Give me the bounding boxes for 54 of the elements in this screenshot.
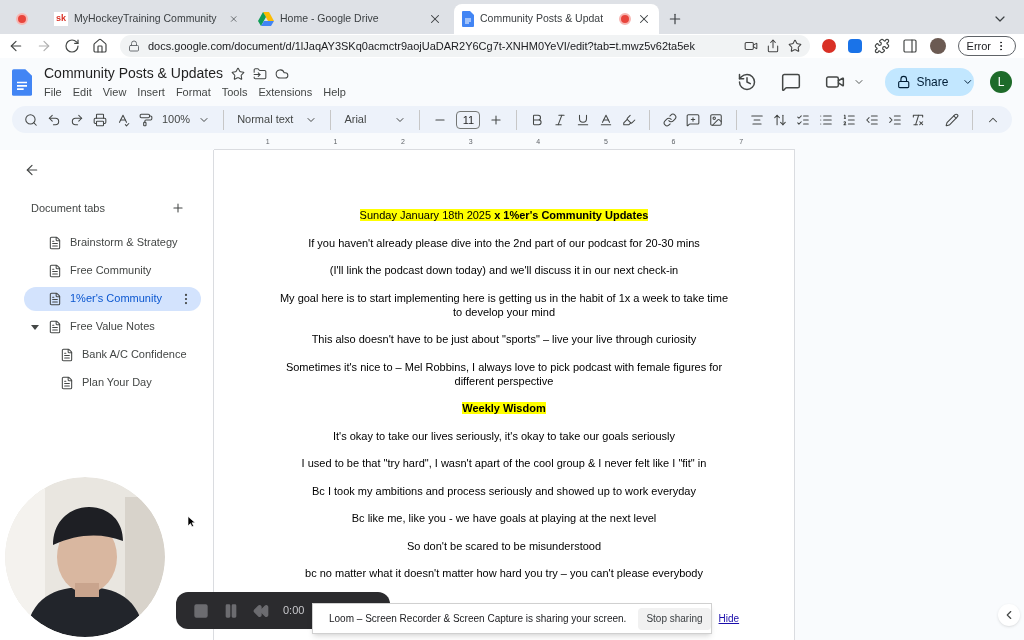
menu-item[interactable]: Insert [137,84,165,101]
tab-title: Home - Google Drive [280,11,379,27]
url-text: docs.google.com/document/d/1lJaqAY3SKq0acmctr9aojUaDAR2Y6Cg7t-XNHM0YeVI/edit?tab=t.mwz5v62ta5ek [148,38,696,54]
menu-item[interactable]: Tools [221,84,248,101]
menu-item[interactable]: Format [175,84,211,101]
paragraph: Sometimes it's nice to – Mel Robbins, I always love to pick podcast with female figures for different perspective [285,360,723,387]
font-dropdown[interactable]: Arial [344,111,407,128]
paragraph: So don't be scared to be misunderstood [406,539,602,552]
tab-title: Community Posts & Updat [480,11,604,27]
menu-item[interactable]: Help [323,84,346,101]
browser-tab[interactable]: Community Posts & Updat [454,4,659,34]
style-dropdown[interactable]: Normal text [237,111,318,128]
share-button[interactable]: Share [885,68,974,96]
paragraph: This also doesn't have to be just about "sports" – live your live through curiosity [311,333,697,345]
paragraph: Bc like me, like you - we have goals at playing at the next level [351,512,657,524]
section-heading: Weekly Wisdom [462,402,546,414]
menu-item[interactable]: File [44,84,62,101]
document-title[interactable]: Community Posts & Updates [44,63,223,85]
tab-label: Bank A/C Confidence [82,347,188,363]
tab-label: 1%er's Community [70,291,163,307]
paragraph: My goal here is to start implementing here is getting us in the habit of 1x a week to take time to develop your mind [279,291,729,318]
panel-heading: Document tabs [31,201,105,216]
document-tab-item[interactable]: 1%er's Community [24,286,201,311]
paragraph: bc no matter what it doesn't matter how hard you try – you can't please everybody [305,567,703,579]
notification-text: Loom – Screen Recorder & Screen Capture is sharing your screen. [329,612,627,626]
document-tab-item[interactable]: Free Value Notes [24,314,201,339]
favicon: sk [54,12,68,26]
paragraph: If you haven't already please dive into the 2nd part of our podcast for 20-30 mins [308,236,700,249]
paragraph: It's okay to take our lives seriously, it's okay to take our goals seriously [332,429,676,442]
paragraph: (I'll link the podcast down today) and we'll discuss it in our next check-in [329,264,679,276]
tab-label: Brainstorm & Strategy [70,235,179,251]
account-avatar[interactable]: L [990,71,1012,93]
tab-label: Plan Your Day [82,375,153,391]
paragraph: I used to be that "try hard", I wasn't apart of the cool group & I never felt like I "fit" in [301,457,707,469]
browser-tab[interactable]: sk MyHockeyTraining Community [46,4,246,34]
document-tab-item[interactable]: Plan Your Day [24,370,201,395]
section-heading: Sunday January 18th 2025 x 1%er's Community Updates [359,209,649,221]
hide-link[interactable]: Hide [718,611,740,626]
font-size-field[interactable]: 11 [456,110,481,129]
document-tab-item[interactable]: Brainstorm & Strategy [24,230,201,255]
tab-label: Free Value Notes [70,319,156,335]
recording-time: 0:00 [283,603,305,619]
tab-title: MyHockeyTraining Community [74,11,217,27]
menu-item[interactable]: View [102,84,127,101]
menu-item[interactable]: Extensions [258,84,313,101]
browser-tab[interactable]: Home - Google Drive [250,4,450,34]
paragraph: Bc I took my ambitions and process seriously and showed up to work everyday [312,484,696,497]
stop-sharing-button[interactable]: Stop sharing [638,607,711,630]
document-tab-item[interactable]: Free Community [24,258,201,283]
menu-item[interactable]: Edit [72,84,92,101]
document-tab-item[interactable]: Bank A/C Confidence [24,342,201,367]
zoom-dropdown[interactable]: 100% [162,111,211,128]
address-bar[interactable]: docs.google.com/document/d/1lJaqAY3SKq0acmctr9aojUaDAR2Y6Cg7t-XNHM0YeVI/edit?tab=t.mwz5v62ta5ek [120,35,810,57]
tab-label: Free Community [70,263,153,279]
